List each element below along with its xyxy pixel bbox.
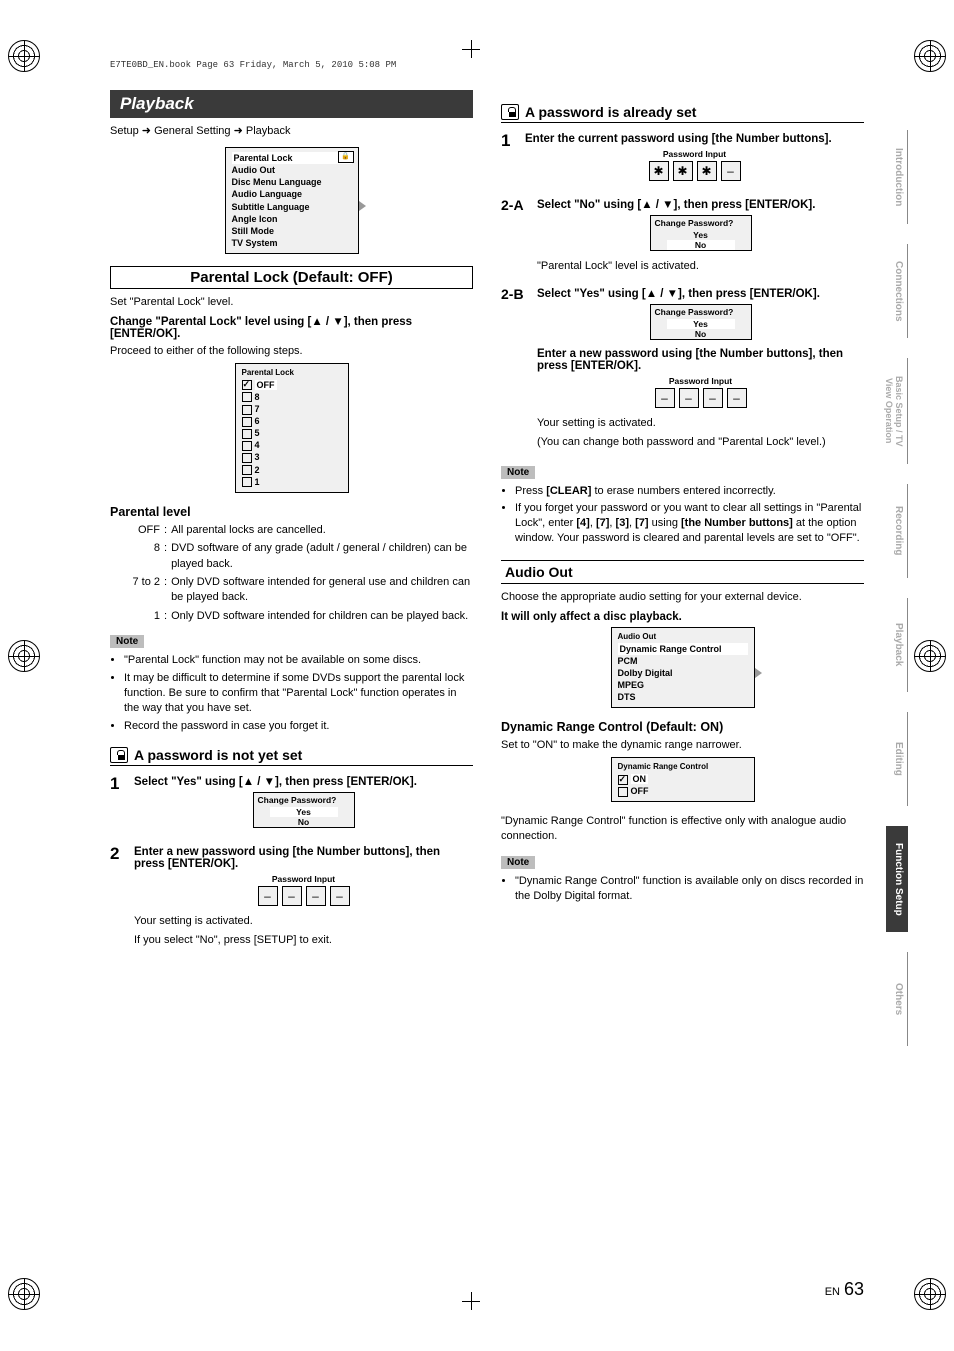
text: "Dynamic Range Control" function is effe… <box>501 814 864 844</box>
crop-mark <box>914 640 946 672</box>
note-item: If you forget your password or you want … <box>515 501 864 546</box>
note-label: Note <box>501 466 535 479</box>
note-label: Note <box>110 635 144 648</box>
menu-item: Dynamic Range Control <box>618 643 748 655</box>
osd-password-input: Password Input – – – – <box>134 874 473 906</box>
menu-arrow-icon <box>359 201 366 211</box>
tab-recording[interactable]: Recording <box>886 484 908 578</box>
step-2: 2 Enter a new password using [the Number… <box>110 844 473 952</box>
step-2b: 2-B Select "Yes" using [▲ / ▼], then pre… <box>501 286 864 454</box>
tab-connections[interactable]: Connections <box>886 244 908 338</box>
text: Proceed to either of the following steps… <box>110 344 473 359</box>
menu-item: PCM <box>618 655 748 667</box>
heading-password-already-set: A password is already set <box>501 104 864 123</box>
osd-parental-levels: Parental Lock OFF 8 7 6 5 4 3 2 1 <box>235 363 349 493</box>
tab-playback[interactable]: Playback <box>886 598 908 692</box>
osd-playback-menu: 🔒 Parental Lock Audio Out Disc Menu Lang… <box>225 147 359 254</box>
heading-parental-lock: Parental Lock (Default: OFF) <box>110 266 473 289</box>
crop-mark <box>8 1278 40 1310</box>
menu-item: Subtitle Language <box>232 201 352 213</box>
step-1: 1 Enter the current password using [the … <box>501 131 864 189</box>
unlock-icon <box>110 747 128 763</box>
osd-audio-out-menu: Audio Out Dynamic Range Control PCM Dolb… <box>611 627 755 709</box>
osd-password-input: Password Input – – – – <box>537 376 864 408</box>
crop-mark <box>8 40 40 72</box>
osd-drc-menu: Dynamic Range Control ON OFF <box>611 757 755 802</box>
page-number: EN63 <box>825 1279 864 1300</box>
menu-item: Dolby Digital <box>618 667 748 679</box>
menu-item: Audio Language <box>232 188 352 200</box>
step-2a: 2-A Select "No" using [▲ / ▼], then pres… <box>501 197 864 278</box>
menu-item: TV System <box>232 237 352 249</box>
note-label: Note <box>501 856 535 869</box>
note-item: Record the password in case you forget i… <box>124 719 473 734</box>
text: Set to "ON" to make the dynamic range na… <box>501 738 864 753</box>
crop-mark <box>914 1278 946 1310</box>
text: Set "Parental Lock" level. <box>110 295 473 310</box>
menu-item: Audio Out <box>232 164 352 176</box>
heading-audio-out: Audio Out <box>501 560 864 584</box>
tab-others[interactable]: Others <box>886 952 908 1046</box>
lock-icon <box>501 104 519 120</box>
menu-arrow-icon <box>755 668 762 678</box>
note-item: Press [CLEAR] to erase numbers entered i… <box>515 484 864 499</box>
note-item: It may be difficult to determine if some… <box>124 671 473 716</box>
crop-mark <box>914 40 946 72</box>
crop-mark <box>8 640 40 672</box>
heading-password-not-set: A password is not yet set <box>110 747 473 766</box>
tab-editing[interactable]: Editing <box>886 712 908 806</box>
section-title-playback: Playback <box>110 90 473 118</box>
tab-introduction[interactable]: Introduction <box>886 130 908 224</box>
notes-list: "Dynamic Range Control" function is avai… <box>501 874 864 904</box>
crop-mark <box>462 40 480 58</box>
tab-function-setup[interactable]: Function Setup <box>886 826 908 932</box>
menu-item: Angle Icon <box>232 213 352 225</box>
notes-list: Press [CLEAR] to erase numbers entered i… <box>501 484 864 546</box>
note-item: "Dynamic Range Control" function is avai… <box>515 874 864 904</box>
breadcrumb: Setup ➜ General Setting ➜ Playback <box>110 124 473 137</box>
osd-password-input: Password Input ✱ ✱ ✱ – <box>525 149 864 181</box>
notes-list: "Parental Lock" function may not be avai… <box>110 653 473 733</box>
menu-item: MPEG <box>618 679 748 691</box>
note-item: "Parental Lock" function may not be avai… <box>124 653 473 668</box>
lock-icon: 🔒 <box>338 151 354 163</box>
menu-item: Still Mode <box>232 225 352 237</box>
tab-basic-setup[interactable]: Basic Setup / TV View Operation <box>886 358 908 464</box>
book-header: E7TE0BD_EN.book Page 63 Friday, March 5,… <box>110 60 396 70</box>
heading-drc: Dynamic Range Control (Default: ON) <box>501 720 864 734</box>
osd-change-password: Change Password? Yes No <box>650 304 752 340</box>
osd-change-password: Change Password? Yes No <box>650 215 752 251</box>
text: Choose the appropriate audio setting for… <box>501 590 864 605</box>
step-1: 1 Select "Yes" using [▲ / ▼], then press… <box>110 774 473 836</box>
heading-parental-level: Parental level <box>110 505 473 519</box>
text-bold: It will only affect a disc playback. <box>501 611 864 623</box>
menu-item: Disc Menu Language <box>232 176 352 188</box>
crop-mark <box>462 1292 480 1310</box>
level-descriptions: OFF:All parental locks are cancelled. 8:… <box>110 523 473 624</box>
instruction: Change "Parental Lock" level using [▲ / … <box>110 316 473 340</box>
menu-item: DTS <box>618 691 748 703</box>
osd-change-password: Change Password? Yes No <box>253 792 355 828</box>
sidebar-tabs: Introduction Connections Basic Setup / T… <box>886 130 908 1046</box>
menu-item: Parental Lock <box>232 152 352 164</box>
